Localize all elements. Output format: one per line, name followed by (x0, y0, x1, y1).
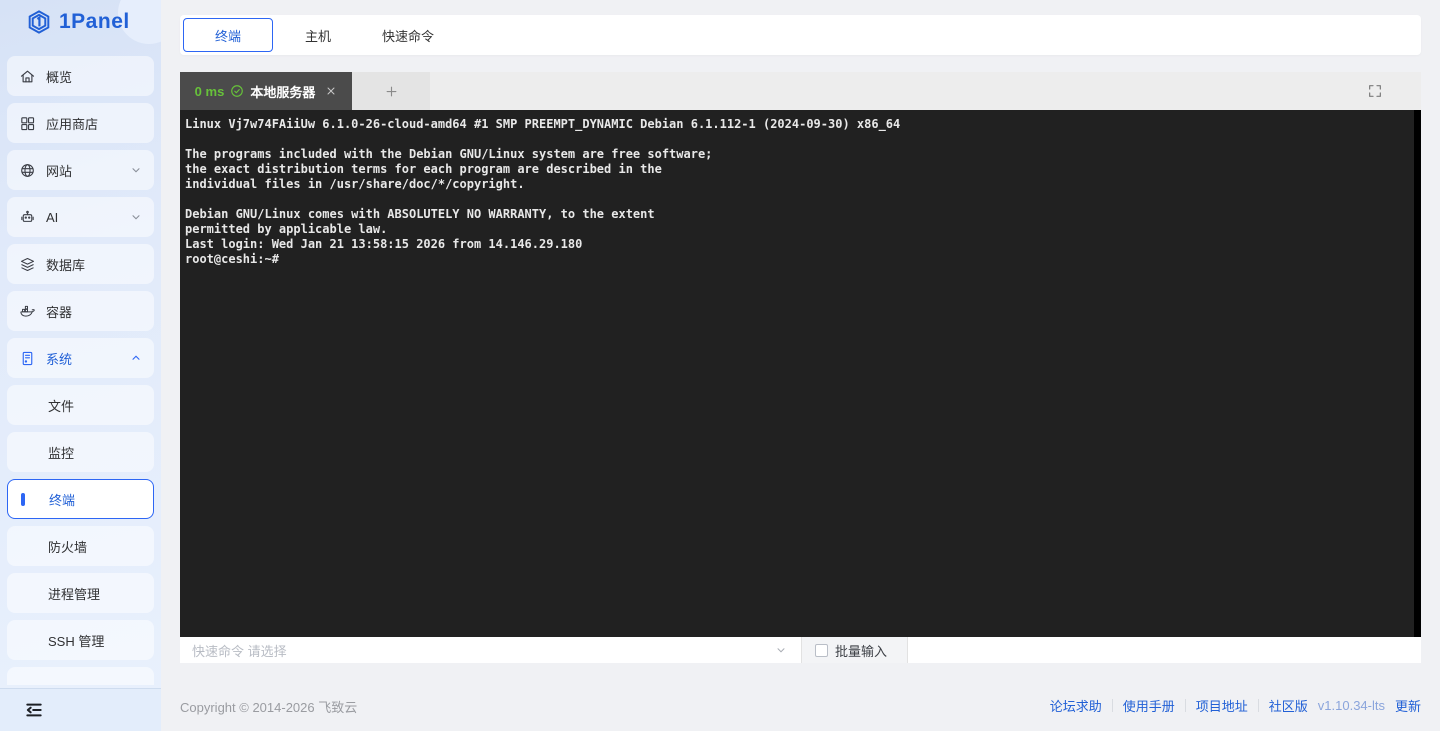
chevron-down-icon (775, 644, 787, 656)
batch-input-label: 批量输入 (835, 641, 887, 660)
fullscreen-icon[interactable] (1367, 83, 1383, 99)
1panel-logo-icon (26, 9, 52, 35)
footer-link-community[interactable]: 社区版 (1269, 696, 1308, 715)
sidebar-subitem-process[interactable]: 进程管理 (7, 573, 154, 613)
sidebar-item-label: 网站 (46, 161, 72, 180)
new-session-button[interactable] (352, 72, 430, 110)
container-icon (19, 303, 36, 320)
sidebar-subitem-firewall[interactable]: 防火墙 (7, 526, 154, 566)
sidebar-item-label: 系统 (46, 349, 72, 368)
main-content: 终端 主机 快速命令 0 ms 本地服务器 (161, 0, 1440, 731)
terminal-session-tabbar: 0 ms 本地服务器 (180, 72, 1421, 110)
footer-link-project[interactable]: 项目地址 (1196, 696, 1248, 715)
sidebar-item-database[interactable]: 数据库 (7, 244, 154, 284)
chevron-down-icon (130, 211, 142, 223)
active-indicator-bar (21, 493, 25, 506)
sidebar-subitem-label: 终端 (49, 490, 75, 509)
sidebar-item-label: 概览 (46, 67, 72, 86)
sidebar-subitem-terminal[interactable]: 终端 (7, 479, 154, 519)
footer-link-manual[interactable]: 使用手册 (1123, 696, 1175, 715)
chevron-up-icon (130, 352, 142, 364)
version-label: v1.10.34-lts (1318, 698, 1385, 713)
sidebar-subitem-label: 进程管理 (48, 584, 100, 603)
brand-name: 1Panel (59, 10, 130, 34)
sidebar-footer (0, 688, 161, 731)
latency-badge: 0 ms (195, 84, 225, 99)
sidebar-subitem-partial[interactable] (7, 667, 154, 685)
database-icon (19, 256, 36, 273)
brand-logo[interactable]: 1Panel (26, 9, 130, 35)
chevron-down-icon (130, 164, 142, 176)
sidebar-subitem-label: 文件 (48, 396, 74, 415)
sidebar-subitem-label: 监控 (48, 443, 74, 462)
sidebar-item-ai[interactable]: AI (7, 197, 154, 237)
sidebar-item-website[interactable]: 网站 (7, 150, 154, 190)
collapse-sidebar-icon[interactable] (24, 700, 44, 720)
sidebar-item-container[interactable]: 容器 (7, 291, 154, 331)
robot-icon (19, 209, 36, 226)
sidebar-item-appstore[interactable]: 应用商店 (7, 103, 154, 143)
terminal-input-bar: 快速命令 请选择 批量输入 (180, 637, 1421, 663)
sidebar-item-label: 数据库 (46, 255, 85, 274)
sidebar: 1Panel 概览 应用商店 (0, 0, 161, 731)
divider (1258, 699, 1259, 712)
sidebar-subitem-ssh[interactable]: SSH 管理 (7, 620, 154, 660)
tab-quick-commands[interactable]: 快速命令 (363, 18, 453, 52)
batch-input-checkbox[interactable] (815, 644, 828, 657)
sidebar-subitem-monitor[interactable]: 监控 (7, 432, 154, 472)
sidebar-nav: 概览 应用商店 网站 (0, 56, 161, 685)
divider (1112, 699, 1113, 712)
home-icon (19, 68, 36, 85)
terminal-output: Linux Vj7w74FAiiUw 6.1.0-26-cloud-amd64 … (185, 117, 900, 267)
tab-terminal[interactable]: 终端 (183, 18, 273, 52)
terminal-scrollbar[interactable] (1414, 110, 1421, 637)
server-icon (19, 350, 36, 367)
sidebar-subitem-label: SSH 管理 (48, 631, 104, 650)
terminal-panel: 0 ms 本地服务器 (180, 72, 1421, 663)
page-footer: Copyright © 2014-2026 飞致云 论坛求助 使用手册 项目地址… (161, 663, 1440, 731)
sidebar-subitem-files[interactable]: 文件 (7, 385, 154, 425)
sidebar-item-system[interactable]: 系统 (7, 338, 154, 378)
check-circle-icon (230, 84, 244, 98)
plus-icon (384, 84, 399, 99)
input-bar-spacer (908, 637, 1421, 663)
update-link[interactable]: 更新 (1395, 696, 1421, 715)
sidebar-item-label: AI (46, 210, 58, 225)
grid-icon (19, 115, 36, 132)
footer-link-forum[interactable]: 论坛求助 (1050, 696, 1102, 715)
copyright-text: Copyright © 2014-2026 飞致云 (180, 697, 357, 716)
footer-links: 论坛求助 使用手册 项目地址 社区版 v1.10.34-lts 更新 (1050, 696, 1421, 715)
sidebar-subitem-label: 防火墙 (48, 537, 87, 556)
quick-command-select[interactable]: 快速命令 请选择 (180, 637, 801, 663)
close-icon[interactable] (325, 85, 337, 97)
terminal-screen[interactable]: Linux Vj7w74FAiiUw 6.1.0-26-cloud-amd64 … (180, 110, 1421, 637)
batch-input-toggle[interactable]: 批量输入 (801, 637, 908, 663)
quick-command-placeholder: 快速命令 请选择 (192, 641, 287, 660)
session-name: 本地服务器 (250, 82, 315, 101)
session-tab-local-server[interactable]: 0 ms 本地服务器 (180, 72, 352, 110)
page-tabs: 终端 主机 快速命令 (180, 15, 1421, 55)
divider (1185, 699, 1186, 712)
globe-icon (19, 162, 36, 179)
sidebar-item-label: 应用商店 (46, 114, 98, 133)
sidebar-item-overview[interactable]: 概览 (7, 56, 154, 96)
tab-host[interactable]: 主机 (273, 18, 363, 52)
sidebar-item-label: 容器 (46, 302, 72, 321)
